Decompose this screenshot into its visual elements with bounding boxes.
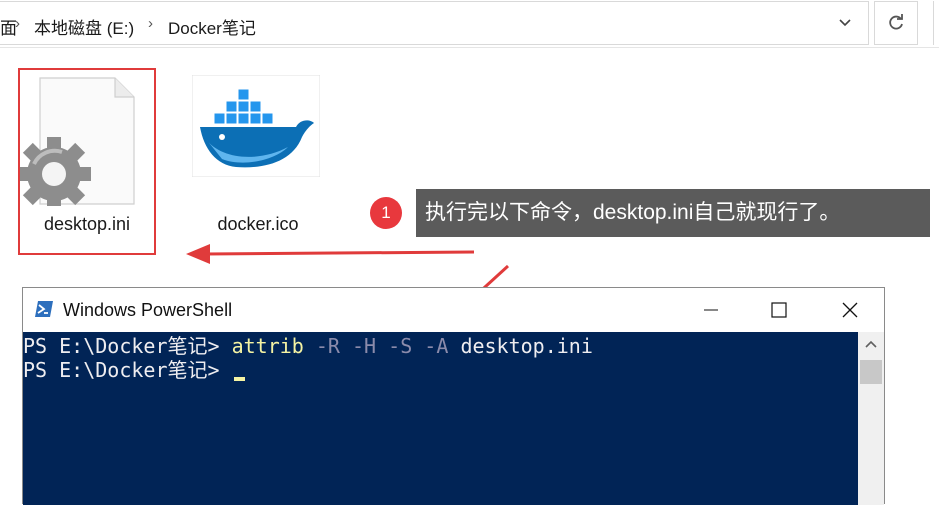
powershell-icon bbox=[35, 301, 53, 317]
minimize-icon bbox=[704, 309, 718, 311]
console-line: PS E:\Docker笔记> attrib -R -H -S -A deskt… bbox=[23, 334, 593, 358]
prompt: PS E:\Docker笔记> bbox=[23, 334, 232, 358]
scrollbar-thumb[interactable] bbox=[860, 360, 882, 384]
close-icon bbox=[842, 302, 858, 318]
maximize-icon bbox=[771, 302, 787, 318]
parameter: -R bbox=[315, 334, 340, 358]
parameter: -S bbox=[388, 334, 413, 358]
scroll-up-icon[interactable] bbox=[865, 339, 877, 349]
console-line: PS E:\Docker笔记> bbox=[23, 358, 245, 382]
arrow-left-icon bbox=[186, 244, 210, 264]
console-output[interactable]: PS E:\Docker笔记> attrib -R -H -S -A deskt… bbox=[23, 332, 858, 505]
argument: desktop.ini bbox=[460, 334, 593, 358]
parameter: -H bbox=[352, 334, 377, 358]
close-button[interactable] bbox=[825, 288, 875, 332]
text-cursor bbox=[233, 377, 245, 381]
maximize-button[interactable] bbox=[754, 288, 804, 332]
parameter: -A bbox=[424, 334, 449, 358]
powershell-window[interactable]: Windows PowerShell PS E:\Docker笔记> attri… bbox=[22, 287, 885, 505]
prompt: PS E:\Docker笔记> bbox=[23, 358, 232, 382]
title-bar[interactable]: Windows PowerShell bbox=[23, 288, 884, 332]
command-name: attrib bbox=[231, 334, 304, 358]
vertical-scrollbar[interactable] bbox=[858, 332, 884, 505]
window-title: Windows PowerShell bbox=[63, 300, 233, 320]
minimize-button[interactable] bbox=[686, 288, 736, 332]
